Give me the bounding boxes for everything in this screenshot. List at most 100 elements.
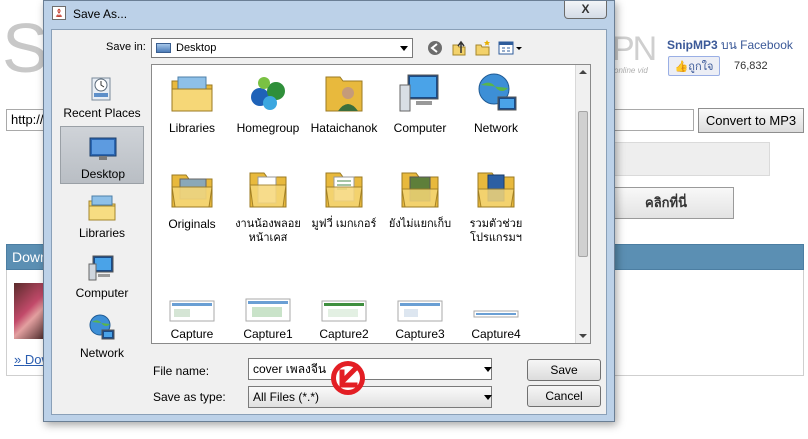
save-as-type-dropdown[interactable]: All Files (*.*) (248, 386, 492, 408)
place-recent-places[interactable]: Recent Places (60, 66, 144, 124)
facebook-page-name[interactable]: SnipMP3 (667, 38, 718, 52)
file-name: Network (473, 121, 518, 135)
download-section-title: Down (12, 249, 48, 265)
save-in-value: Desktop (176, 42, 217, 54)
computer-icon (88, 255, 114, 281)
up-folder-icon[interactable] (450, 39, 468, 57)
scroll-down-arrow-icon[interactable] (579, 334, 587, 338)
file-item[interactable]: Homegroup (230, 69, 306, 136)
place-label: Network (79, 346, 124, 360)
dialog-title: Save As... (73, 7, 128, 21)
file-name: รวมตัวช่วย (469, 218, 523, 230)
file-item[interactable]: Computer (382, 69, 458, 136)
java-app-icon (52, 6, 66, 20)
file-item[interactable]: มูฟวี่ เมกเกอร์ (306, 165, 382, 231)
file-name: Computer (393, 121, 447, 135)
file-item[interactable]: งานน้องพลอย หน้าเคส (230, 165, 306, 245)
click-here-button[interactable]: คลิกที่นี่ (598, 187, 734, 219)
file-name: Capture4 (471, 327, 521, 341)
dialog-titlebar[interactable]: Save As... X (44, 1, 614, 27)
cancel-button[interactable]: Cancel (527, 385, 601, 407)
image-file-icon (397, 300, 443, 322)
file-name: Libraries (168, 121, 216, 135)
save-button[interactable]: Save (527, 359, 601, 381)
facebook-like-label: ถูกใจ (688, 61, 714, 73)
libraries-folder-icon (171, 76, 213, 112)
place-computer[interactable]: Computer (60, 246, 144, 304)
file-name: Capture1 (243, 327, 293, 341)
save-as-dialog: Save As... X Save in: Desktop Recent Pla… (43, 0, 615, 422)
place-desktop[interactable]: Desktop (60, 126, 144, 184)
file-item[interactable]: Capture (154, 297, 230, 342)
file-item[interactable]: Capture1 (230, 297, 306, 342)
place-network[interactable]: Network (60, 306, 144, 364)
file-name-line2: หน้าเคส (248, 232, 288, 244)
place-label: Computer (75, 286, 129, 300)
file-item[interactable]: Libraries (154, 69, 230, 136)
image-file-icon (321, 300, 367, 322)
progress-bar-area (598, 142, 770, 176)
network-icon (478, 73, 517, 111)
thumbs-up-icon: 👍 (674, 61, 689, 73)
file-name: Capture3 (395, 327, 445, 341)
place-libraries[interactable]: Libraries (60, 186, 144, 244)
scrollbar-thumb[interactable] (578, 111, 588, 257)
facebook-like-count: 76,832 (734, 60, 768, 72)
save-in-dropdown[interactable]: Desktop (151, 38, 413, 58)
convert-to-mp3-button[interactable]: Convert to MP3 (698, 108, 804, 133)
places-bar: Recent Places Desktop Libraries Computer… (60, 66, 144, 360)
save-in-label: Save in: (106, 41, 146, 53)
file-item[interactable]: รวมตัวช่วย โปรแกรมฯ (458, 165, 534, 245)
facebook-page-title[interactable]: SnipMP3 บน Facebook (667, 36, 793, 55)
folder-icon (401, 172, 439, 208)
file-name: Capture (170, 327, 214, 341)
file-name: งานน้องพลอย (235, 218, 301, 230)
desktop-icon (89, 137, 117, 160)
scroll-up-arrow-icon[interactable] (579, 70, 587, 74)
file-item[interactable]: Network (458, 69, 534, 136)
desktop-mini-icon (156, 43, 171, 53)
chevron-down-icon[interactable] (484, 395, 492, 400)
place-label: Libraries (78, 226, 126, 240)
file-name: มูฟวี่ เมกเกอร์ (311, 218, 377, 230)
file-name-input[interactable]: cover เพลงจีน (248, 358, 492, 380)
file-name: ยังไม่แยกเก็บ (388, 218, 452, 230)
site-logo-tagline: online vid (614, 66, 648, 75)
libraries-icon (88, 195, 116, 221)
file-name-line2: โปรแกรมฯ (470, 232, 522, 244)
site-logo-right: PN (612, 30, 657, 68)
image-file-icon (473, 310, 519, 318)
back-arrow-icon[interactable] (426, 39, 444, 57)
file-name: Originals (168, 217, 216, 231)
file-item[interactable]: Capture2 (306, 297, 382, 342)
site-logo-letter: S (2, 9, 49, 87)
homegroup-icon (251, 77, 285, 110)
file-name: Hataichanok (310, 121, 378, 135)
save-as-type-label: Save as type: (153, 390, 226, 404)
facebook-like-button[interactable]: 👍ถูกใจ (668, 56, 720, 76)
file-item[interactable]: Capture3 (382, 297, 458, 342)
folder-icon (171, 174, 213, 208)
place-label: Desktop (80, 167, 126, 181)
chevron-down-icon[interactable] (484, 367, 492, 372)
file-item[interactable]: Capture4 (458, 297, 534, 342)
computer-icon (399, 74, 439, 112)
file-list-scrollbar[interactable] (575, 65, 590, 343)
file-item[interactable]: ยังไม่แยกเก็บ (382, 165, 458, 231)
file-item[interactable]: Hataichanok (306, 69, 382, 136)
file-list[interactable]: Libraries Homegroup Hataichanok Computer… (151, 64, 591, 344)
pointer-arrow-icon (328, 358, 368, 398)
folder-icon (477, 172, 515, 208)
file-name: Capture2 (319, 327, 369, 341)
close-button[interactable]: X (564, 1, 607, 19)
user-folder-icon (325, 76, 363, 112)
view-menu-icon[interactable] (498, 39, 524, 57)
place-label: Recent Places (63, 106, 141, 120)
image-file-icon (169, 300, 215, 322)
image-file-icon (245, 298, 291, 322)
new-folder-icon[interactable] (474, 39, 492, 57)
file-item[interactable]: Originals (154, 165, 230, 232)
facebook-suffix: บน Facebook (721, 38, 793, 52)
network-icon (89, 314, 115, 340)
file-name: Homegroup (236, 121, 300, 135)
